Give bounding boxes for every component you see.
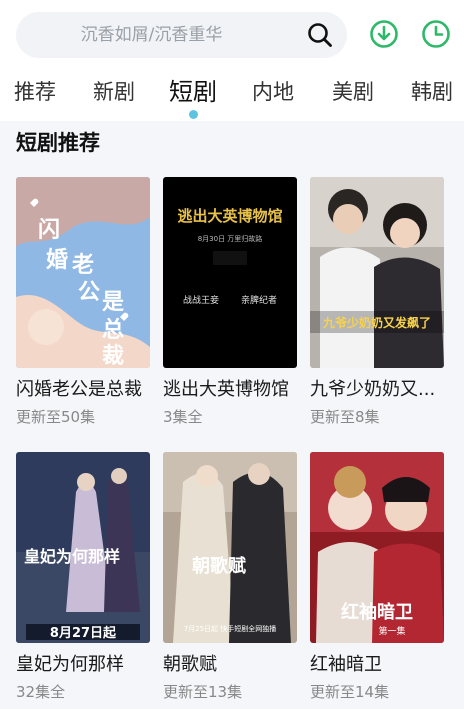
search-placeholder[interactable]: 沉香如屑/沉香重华 <box>16 12 287 58</box>
poster-text: 战战王妾 <box>183 294 219 306</box>
clock-icon[interactable] <box>421 19 451 49</box>
active-tab-indicator <box>189 110 198 119</box>
poster-image[interactable]: 闪 婚 老 公 是 总 裁 <box>16 177 150 368</box>
tab-recommend[interactable]: 推荐 <box>12 72 58 112</box>
poster-text: 红袖暗卫 <box>341 601 413 623</box>
poster-text: 总 <box>102 317 124 343</box>
card-title[interactable]: 逃出大英博物馆 <box>163 377 313 403</box>
poster-text: 裁 <box>102 343 124 368</box>
poster-text: 8月27日起 <box>50 625 117 641</box>
poster-text: 是 <box>102 290 124 315</box>
poster-text: 第一集 <box>378 625 405 637</box>
content-area: 短剧推荐 闪 婚 老 公 是 总 裁 闪婚老公是总裁 更新至50集 逃出大英博物… <box>0 121 464 709</box>
tab-korean-drama[interactable]: 韩剧 <box>409 72 455 112</box>
search-icon[interactable] <box>307 22 333 48</box>
poster-text: 闪 <box>38 218 60 243</box>
poster-text: 7月25日起 快手短剧全网独播 <box>184 624 277 633</box>
card-status: 32集全 <box>16 683 66 701</box>
poster-text: 婚 <box>46 247 68 273</box>
card-title[interactable]: 闪婚老公是总裁 <box>16 377 166 403</box>
poster-image[interactable]: 九爷少奶奶又发飙了 <box>310 177 444 368</box>
card-status: 更新至14集 <box>310 683 390 701</box>
poster-text: 8月30日 万里归故路 <box>198 234 263 243</box>
tab-mainland[interactable]: 内地 <box>250 72 296 112</box>
card-title[interactable]: 皇妃为何那样 <box>16 652 166 678</box>
poster-text: 亲脾纪者 <box>241 294 277 306</box>
poster-text: 老 <box>71 253 94 278</box>
poster-image[interactable]: 朝歌赋 7月25日起 快手短剧全网独播 <box>163 452 297 643</box>
poster-text: 逃出大英博物馆 <box>177 207 282 225</box>
poster-image[interactable]: 皇妃为何那样 8月27日起 <box>16 452 150 643</box>
card-status: 更新至50集 <box>16 408 96 426</box>
card-status: 3集全 <box>163 408 203 426</box>
card-title[interactable]: 红袖暗卫 <box>310 652 460 678</box>
card-status: 更新至13集 <box>163 683 243 701</box>
poster-text: 九爷少奶奶又发飙了 <box>322 315 431 330</box>
search-bar[interactable]: 沉香如屑/沉香重华 <box>16 12 347 58</box>
tab-us-drama[interactable]: 美剧 <box>330 72 376 112</box>
card-title[interactable]: 九爷少奶奶又... <box>310 377 460 403</box>
card-title[interactable]: 朝歌赋 <box>163 652 313 678</box>
category-tabs: 推荐 新剧 短剧 内地 美剧 韩剧 <box>0 72 464 122</box>
poster-image[interactable]: 红袖暗卫 第一集 <box>310 452 444 643</box>
card-status: 更新至8集 <box>310 408 380 426</box>
tab-new[interactable]: 新剧 <box>91 72 137 112</box>
poster-text: 皇妃为何那样 <box>24 547 120 566</box>
tab-short-drama[interactable]: 短剧 <box>166 72 220 112</box>
download-icon[interactable] <box>369 19 399 49</box>
poster-text: 朝歌赋 <box>192 555 246 577</box>
section-title: 短剧推荐 <box>16 131 100 155</box>
poster-text: 公 <box>78 280 100 305</box>
top-bar: 沉香如屑/沉香重华 <box>0 0 464 70</box>
poster-image[interactable]: 逃出大英博物馆 8月30日 万里归故路 战战王妾 亲脾纪者 <box>163 177 297 368</box>
